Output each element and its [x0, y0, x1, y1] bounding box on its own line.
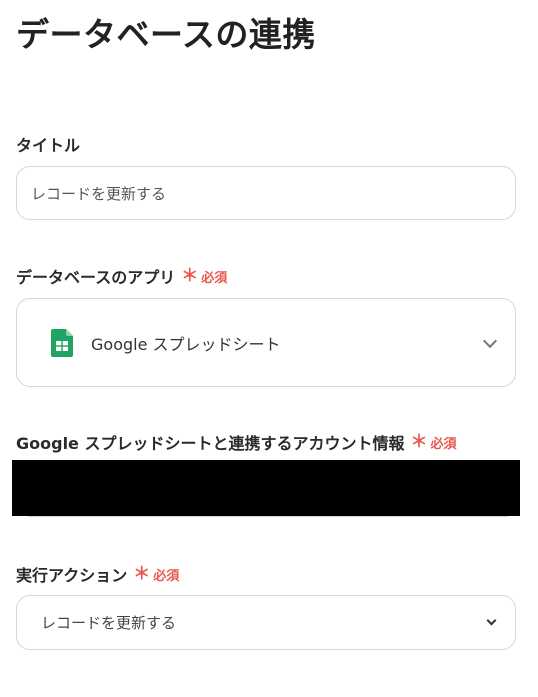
action-selected-value: レコードを更新する: [41, 614, 177, 632]
selected-app-name: Google スプレッドシート: [91, 334, 281, 354]
required-text: 必須: [153, 568, 180, 584]
google-sheets-icon: [51, 328, 73, 357]
required-text: 必須: [201, 270, 228, 286]
account-info-label-text: Google スプレッドシートと連携するアカウント情報: [16, 434, 405, 453]
title-input-value: レコードを更新する: [31, 184, 167, 203]
action-label-text: 実行アクション: [16, 566, 128, 585]
chevron-down-icon[interactable]: [486, 615, 497, 625]
required-asterisk: ＊: [181, 265, 199, 286]
account-info-label: Google スプレッドシートと連携するアカウント情報 ＊ 必須: [16, 430, 457, 454]
database-app-select[interactable]: Google スプレッドシート: [16, 298, 516, 387]
action-select[interactable]: レコードを更新する: [16, 595, 516, 650]
database-app-label: データベースのアプリ ＊ 必須: [16, 264, 227, 288]
redacted-account-field: [12, 460, 520, 516]
required-asterisk: ＊: [410, 431, 428, 452]
title-field-label: タイトル: [16, 132, 80, 156]
required-asterisk: ＊: [133, 563, 151, 584]
action-label: 実行アクション ＊ 必須: [16, 562, 179, 586]
page-title: データベースの連携: [16, 15, 316, 54]
required-badge: ＊ 必須: [410, 433, 456, 452]
chevron-down-icon[interactable]: [482, 333, 498, 348]
title-label-text: タイトル: [16, 136, 81, 155]
required-badge: ＊ 必須: [133, 565, 179, 584]
required-text: 必須: [430, 436, 457, 452]
field-divider: [28, 516, 508, 517]
required-badge: ＊ 必須: [181, 267, 227, 286]
database-integration-form: データベースの連携 タイトル レコードを更新する データベースのアプリ ＊ 必須…: [0, 0, 538, 697]
database-app-label-text: データベースのアプリ: [16, 268, 176, 287]
title-input[interactable]: レコードを更新する: [16, 166, 516, 220]
